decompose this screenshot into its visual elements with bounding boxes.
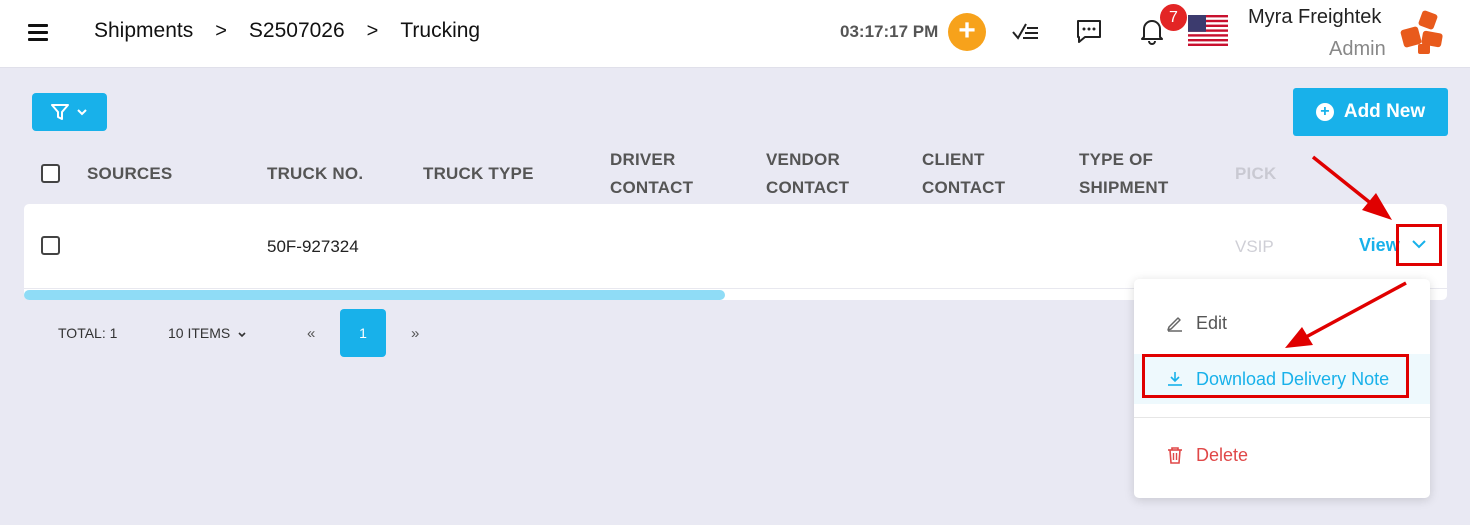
chat-icon[interactable] xyxy=(1074,16,1104,46)
notification-badge: 7 xyxy=(1160,4,1187,31)
row-checkbox[interactable] xyxy=(41,236,60,255)
total-count: TOTAL: 1 xyxy=(58,325,118,341)
filter-button[interactable] xyxy=(32,93,107,131)
breadcrumb-shipments[interactable]: Shipments xyxy=(94,19,193,43)
next-page-button[interactable]: » xyxy=(411,325,419,342)
menu-item-delete[interactable]: Delete xyxy=(1134,430,1430,480)
prev-page-button[interactable]: « xyxy=(307,325,315,342)
chevron-down-icon xyxy=(1412,240,1426,249)
column-header-truck-no[interactable]: TRUCK NO. xyxy=(267,160,363,188)
column-header-type-of-shipment[interactable]: TYPE OF SHIPMENT xyxy=(1079,146,1168,202)
column-header-driver-contact[interactable]: DRIVER CONTACT xyxy=(610,146,693,202)
add-new-label: Add New xyxy=(1343,101,1426,122)
breadcrumb: Shipments > S2507026 > Trucking xyxy=(94,19,480,43)
menu-icon[interactable] xyxy=(28,24,48,42)
task-check-icon[interactable] xyxy=(1010,16,1040,46)
chevron-down-icon xyxy=(238,332,246,338)
filter-icon xyxy=(51,104,69,120)
top-header: Shipments > S2507026 > Trucking 03:17:17… xyxy=(0,0,1470,68)
breadcrumb-shipment-id[interactable]: S2507026 xyxy=(249,19,345,43)
page-size-select[interactable]: 10 ITEMS xyxy=(168,325,246,341)
truck-no-cell: 50F-927324 xyxy=(267,237,359,256)
menu-divider xyxy=(1134,417,1430,418)
horizontal-scrollbar[interactable] xyxy=(24,290,725,300)
select-all-checkbox[interactable] xyxy=(41,164,60,183)
user-name[interactable]: Myra Freightek xyxy=(1248,6,1381,29)
column-header-pickup[interactable]: PICK xyxy=(1235,160,1276,188)
us-flag-icon[interactable] xyxy=(1188,15,1228,46)
breadcrumb-trucking: Trucking xyxy=(400,19,481,42)
company-logo-avatar[interactable] xyxy=(1398,10,1448,56)
column-header-truck-type[interactable]: TRUCK TYPE xyxy=(423,160,534,188)
clock-display: 03:17:17 PM xyxy=(840,22,939,41)
column-header-vendor-contact[interactable]: VENDOR CONTACT xyxy=(766,146,849,202)
trash-icon xyxy=(1168,447,1182,464)
page-1-button[interactable]: 1 xyxy=(340,309,386,357)
plus-circle-icon: + xyxy=(1315,103,1334,121)
view-link[interactable]: View xyxy=(1359,235,1400,256)
user-role: Admin xyxy=(1329,38,1386,60)
add-new-button[interactable]: + Add New xyxy=(1293,88,1448,136)
chevron-down-icon xyxy=(77,109,87,116)
pickup-cell: VSIP xyxy=(1235,237,1274,256)
quick-add-button[interactable]: + xyxy=(948,13,986,51)
menu-item-edit-label: Edit xyxy=(1196,312,1228,333)
pencil-icon xyxy=(1167,317,1182,332)
menu-item-delete-label: Delete xyxy=(1196,444,1249,465)
menu-item-edit[interactable]: Edit xyxy=(1134,298,1430,348)
breadcrumb-separator: > xyxy=(215,19,227,42)
row-actions-toggle[interactable] xyxy=(1396,224,1442,266)
column-header-client-contact[interactable]: CLIENT CONTACT xyxy=(922,146,1005,202)
breadcrumb-separator: > xyxy=(366,19,379,42)
annotation-highlight-box xyxy=(1142,354,1409,398)
column-header-sources[interactable]: SOURCES xyxy=(87,160,172,188)
